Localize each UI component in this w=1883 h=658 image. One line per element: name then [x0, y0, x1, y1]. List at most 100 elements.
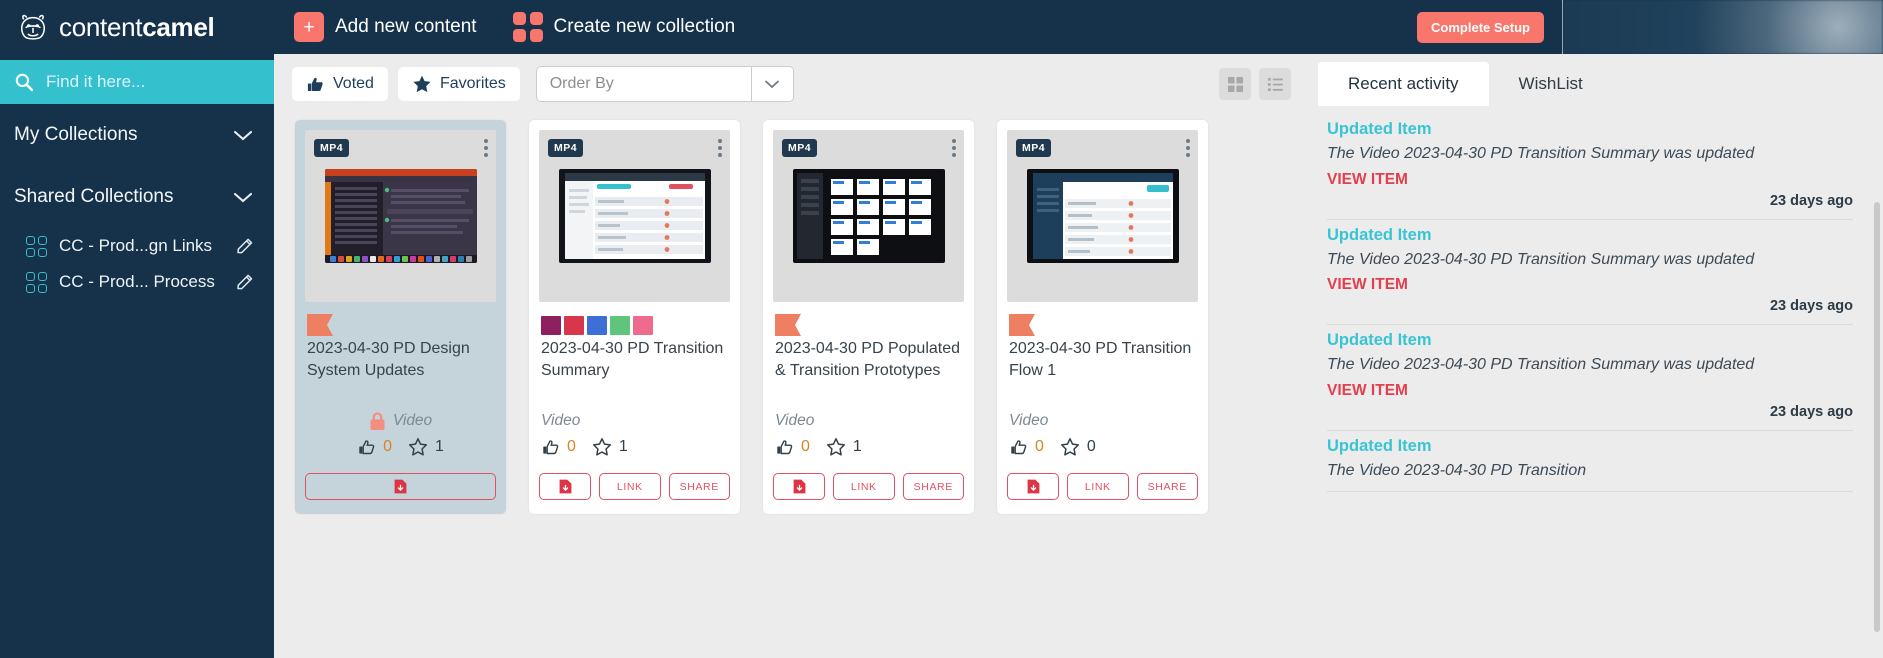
- voted-filter-label: Voted: [333, 75, 374, 92]
- order-by-value: Order By: [549, 75, 614, 92]
- card-favorite-count[interactable]: 1: [408, 437, 444, 457]
- camel-logo-icon: [20, 14, 46, 40]
- file-type-badge: MP4: [1016, 139, 1052, 157]
- card-vote-count[interactable]: 0: [775, 438, 810, 457]
- view-item-link[interactable]: VIEW ITEM: [1327, 376, 1853, 400]
- view-mode-toggles: [1219, 68, 1291, 100]
- share-button[interactable]: SHARE: [1136, 473, 1198, 500]
- card-counts: 0 1: [539, 430, 730, 457]
- lock-icon: [370, 411, 385, 430]
- pencil-icon[interactable]: [235, 272, 256, 293]
- content-card[interactable]: MP4: [295, 120, 506, 514]
- card-favorite-count[interactable]: 0: [1060, 437, 1096, 457]
- thumbs-up-icon: [307, 77, 323, 91]
- search-icon: [15, 73, 34, 92]
- card-title: 2023-04-30 PD Transition Summary: [541, 340, 724, 380]
- download-pdf-button[interactable]: [539, 473, 591, 500]
- link-button[interactable]: LINK: [599, 473, 661, 500]
- kebab-menu-icon[interactable]: [952, 136, 956, 160]
- vote-count-value: 0: [383, 438, 392, 455]
- share-button[interactable]: SHARE: [902, 473, 964, 500]
- activity-description: The Video 2023-04-30 PD Transition: [1327, 461, 1587, 479]
- thumbnail-preview-image: [792, 169, 945, 263]
- complete-setup-button[interactable]: Complete Setup: [1417, 11, 1544, 43]
- view-item-link[interactable]: VIEW ITEM: [1327, 165, 1853, 189]
- favorite-count-value: 1: [852, 438, 862, 455]
- right-panel-tabs: Recent activity WishList: [1309, 54, 1883, 106]
- download-pdf-button[interactable]: [305, 473, 496, 500]
- file-type-badge: MP4: [314, 139, 350, 157]
- content-card[interactable]: MP4: [529, 120, 740, 514]
- activity-scrollbar[interactable]: [1874, 202, 1880, 632]
- favorites-filter-label: Favorites: [439, 75, 506, 92]
- share-button[interactable]: SHARE: [668, 473, 730, 500]
- card-action-buttons: [305, 457, 496, 500]
- order-by-select[interactable]: Order By: [535, 66, 794, 102]
- card-thumbnail[interactable]: MP4: [773, 130, 964, 302]
- link-button[interactable]: LINK: [833, 473, 895, 500]
- card-vote-count[interactable]: 0: [541, 438, 576, 457]
- card-type-label: Video: [541, 412, 581, 429]
- sidebar-item-cc-prod-design-links[interactable]: CC - Prod...gn Links: [0, 228, 274, 264]
- activity-timestamp: 23 days ago: [1769, 298, 1853, 315]
- card-favorite-count[interactable]: 1: [826, 437, 862, 457]
- download-pdf-button[interactable]: [773, 473, 825, 500]
- sidebar-section-my-collections[interactable]: My Collections: [0, 104, 274, 166]
- card-type-row: Video: [539, 400, 730, 430]
- content-card[interactable]: MP4: [997, 120, 1208, 514]
- card-counts: 0 0: [1007, 430, 1198, 457]
- activity-title: Updated Item: [1327, 120, 1432, 138]
- card-action-buttons: LINK SHARE: [1007, 457, 1198, 500]
- activity-title: Updated Item: [1327, 331, 1432, 350]
- card-counts: 0 1: [305, 430, 496, 457]
- pdf-icon: [793, 479, 805, 494]
- top-nav-actions: + Add new content Create new collection: [294, 12, 735, 42]
- search-input[interactable]: [46, 72, 267, 92]
- card-type-row: Video: [305, 400, 496, 430]
- tab-wishlist[interactable]: WishList: [1489, 62, 1613, 106]
- card-action-buttons: LINK SHARE: [773, 457, 964, 500]
- voted-filter-button[interactable]: Voted: [292, 67, 388, 101]
- link-button[interactable]: LINK: [1067, 473, 1129, 500]
- favorites-filter-button[interactable]: Favorites: [397, 67, 520, 101]
- kebab-menu-icon[interactable]: [718, 136, 722, 160]
- user-account-area[interactable]: [1563, 0, 1883, 54]
- card-thumbnail[interactable]: MP4: [1007, 130, 1198, 302]
- create-new-collection-label: Create new collection: [553, 16, 736, 37]
- chevron-down-icon[interactable]: [232, 190, 254, 204]
- favorite-count-value: 1: [618, 438, 628, 455]
- card-vote-count[interactable]: 0: [1009, 438, 1044, 457]
- sidebar-item-cc-prod-process[interactable]: CC - Prod... Process: [0, 264, 274, 300]
- brand-name-bold: camel: [142, 12, 215, 42]
- content-card[interactable]: MP4: [763, 120, 974, 514]
- brand-name-light: content: [59, 12, 143, 42]
- sidebar-section-shared-collections[interactable]: Shared Collections: [0, 166, 274, 228]
- activity-item: Updated Item The Video 2023-04-30 PD Tra…: [1327, 325, 1853, 431]
- pencil-icon[interactable]: [235, 236, 256, 257]
- activity-item: Updated Item The Video 2023-04-30 PD Tra…: [1327, 220, 1853, 326]
- order-by-dropdown-arrow[interactable]: [750, 67, 793, 101]
- card-thumbnail[interactable]: MP4: [305, 130, 496, 302]
- card-thumbnail[interactable]: MP4: [539, 130, 730, 302]
- kebab-menu-icon[interactable]: [1186, 136, 1190, 160]
- search-bar[interactable]: [0, 60, 300, 104]
- activity-item: Updated Item The Video 2023-04-30 PD Tra…: [1327, 114, 1853, 220]
- download-pdf-button[interactable]: [1007, 473, 1059, 500]
- card-title: 2023-04-30 PD Populated & Transition Pro…: [775, 340, 961, 380]
- create-new-collection-button[interactable]: Create new collection: [512, 12, 736, 42]
- tab-recent-activity[interactable]: Recent activity: [1318, 62, 1489, 106]
- card-vote-count[interactable]: 0: [357, 438, 392, 457]
- card-favorite-count[interactable]: 1: [592, 437, 628, 457]
- brand-logo[interactable]: contentcamel: [0, 10, 274, 44]
- favorite-count-value: 1: [435, 438, 444, 455]
- chevron-down-icon[interactable]: [232, 128, 254, 142]
- grid-view-toggle[interactable]: [1219, 68, 1251, 100]
- card-type-label: Video: [775, 412, 815, 429]
- list-view-toggle[interactable]: [1259, 68, 1291, 100]
- pdf-icon: [559, 479, 571, 494]
- add-new-content-button[interactable]: + Add new content: [294, 12, 477, 42]
- star-icon: [413, 75, 431, 93]
- kebab-menu-icon[interactable]: [484, 136, 488, 160]
- view-item-link[interactable]: VIEW ITEM: [1327, 270, 1853, 294]
- card-type-row: Video: [773, 400, 964, 430]
